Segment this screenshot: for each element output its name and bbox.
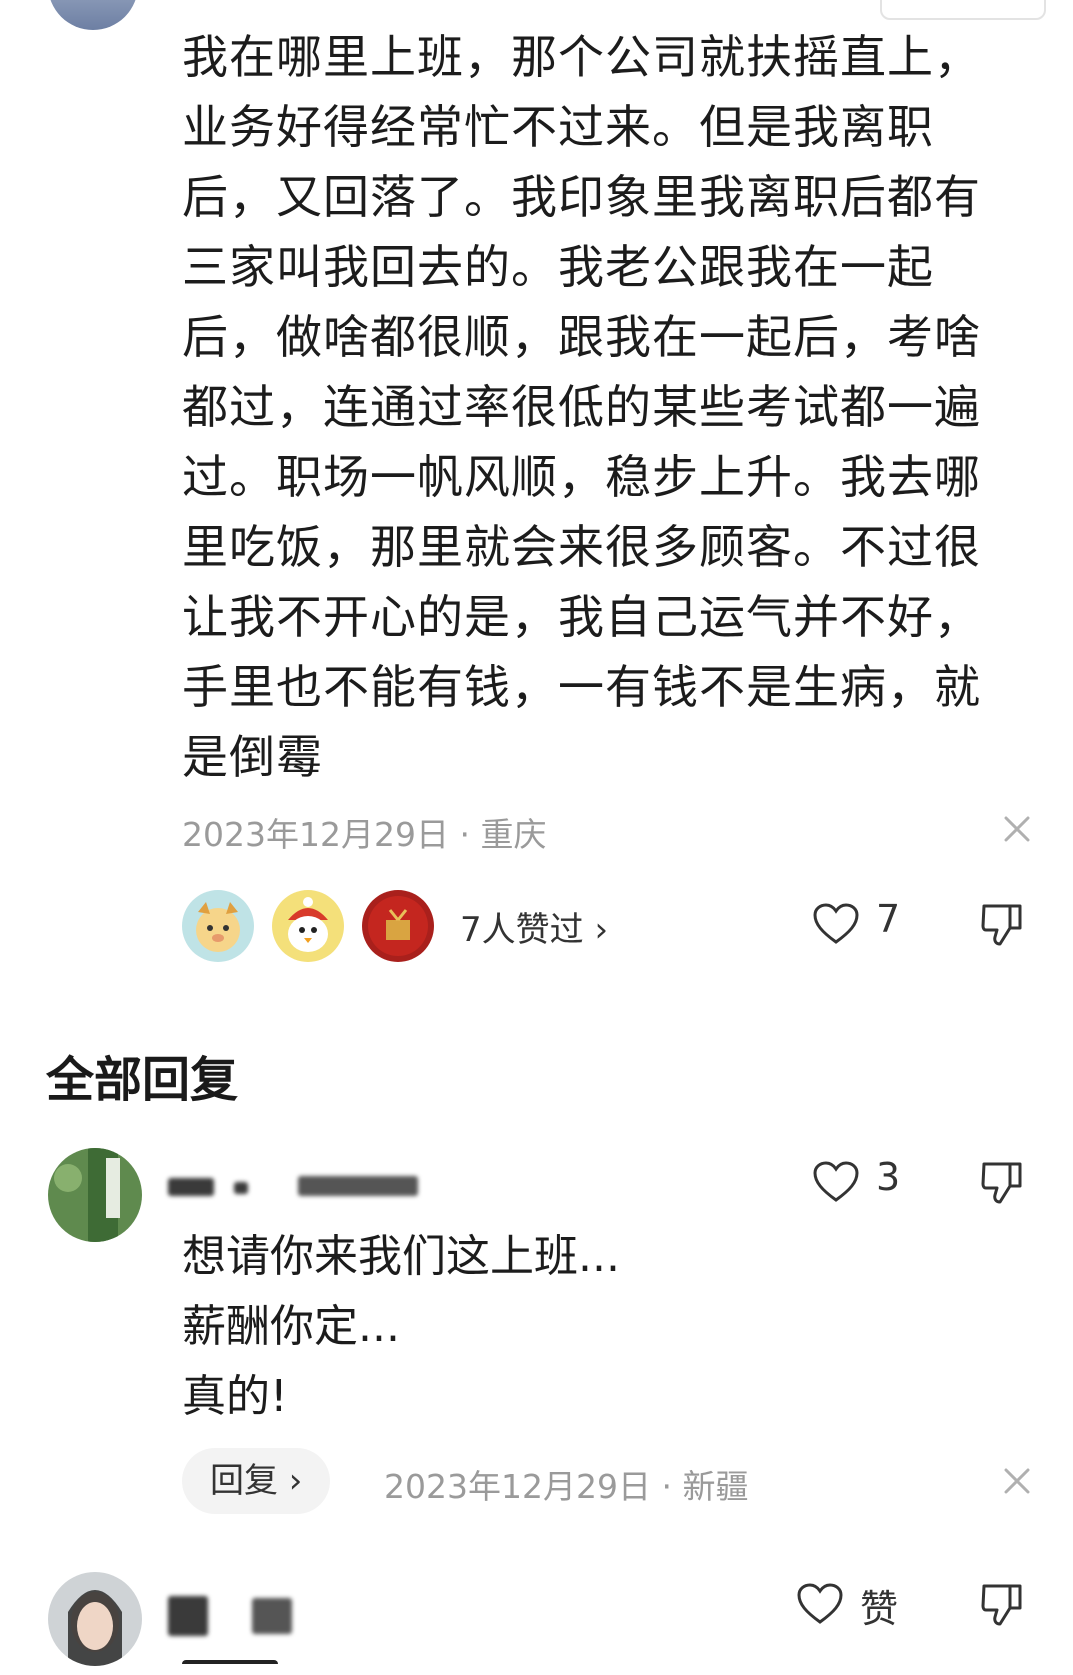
comment-line: 都过，连通过率很低的某些考试都一遍 xyxy=(182,380,981,434)
gift-avatar-icon xyxy=(368,896,428,956)
follow-button-partial[interactable] xyxy=(880,0,1046,20)
reply-line: 薪酬你定... xyxy=(182,1301,400,1352)
reply-location: · 新疆 xyxy=(661,1467,749,1506)
likers-link[interactable]: 7人赞过 › xyxy=(460,902,608,951)
like-count: 7 xyxy=(876,897,901,941)
heart-icon[interactable] xyxy=(796,1582,844,1626)
comment-line: 业务好得经常忙不过来。但是我离职 xyxy=(182,100,934,154)
cartoon-avatar-icon xyxy=(196,902,240,952)
comment-text: 我在哪里上班，那个公司就扶摇直上， 业务好得经常忙不过来。但是我离职 后，又回落… xyxy=(182,22,1012,792)
section-title: 全部回复 xyxy=(46,1052,239,1108)
reply-line: 真的! xyxy=(182,1371,288,1422)
comment-location: · 重庆 xyxy=(459,815,547,854)
heart-icon[interactable] xyxy=(812,902,860,946)
comment-line: 让我不开心的是，我自己运气并不好， xyxy=(182,590,981,644)
reply-line: 想请你来我们这上班... xyxy=(182,1231,620,1282)
comment-meta: 2023年12月29日 · 重庆 xyxy=(182,808,546,856)
dislike-icon[interactable] xyxy=(980,900,1024,950)
avatar[interactable] xyxy=(48,1572,142,1666)
comment-line: 过。职场一帆风顺，稳步上升。我去哪 xyxy=(182,450,981,504)
reply-text: 想请你来我们这上班... 薪酬你定... 真的! xyxy=(182,1222,620,1432)
comment-line: 是倒霉 xyxy=(182,730,323,784)
comment-line: 里吃饭，那里就会来很多顾客。不过很 xyxy=(182,520,981,574)
comment-line: 我在哪里上班，那个公司就扶摇直上， xyxy=(182,30,981,84)
comment-line: 后，又回落了。我印象里我离职后都有 xyxy=(182,170,981,224)
person-avatar-icon xyxy=(48,1572,142,1666)
close-icon[interactable] xyxy=(1000,1464,1034,1498)
username-blurred xyxy=(168,1176,438,1198)
reply-button[interactable]: 回复 › xyxy=(182,1448,331,1514)
cartoon-avatar-icon xyxy=(288,897,328,952)
liker-avatar[interactable] xyxy=(362,890,434,962)
dislike-icon[interactable] xyxy=(980,1580,1024,1630)
dislike-icon[interactable] xyxy=(980,1158,1024,1208)
like-count: 3 xyxy=(876,1155,901,1199)
liker-avatar[interactable] xyxy=(182,890,254,962)
comment-line: 三家叫我回去的。我老公跟我在一起 xyxy=(182,240,934,294)
avatar-partial[interactable] xyxy=(48,0,138,30)
username-blurred xyxy=(168,1596,298,1636)
reply-text-cutoff xyxy=(182,1660,278,1675)
comment-line: 手里也不能有钱，一有钱不是生病，就 xyxy=(182,660,981,714)
comment-line: 后，做啥都很顺，跟我在一起后，考啥 xyxy=(182,310,981,364)
heart-icon[interactable] xyxy=(812,1160,860,1204)
reply-date: 2023年12月29日 xyxy=(384,1467,651,1506)
forest-avatar-icon xyxy=(48,1148,142,1242)
close-icon[interactable] xyxy=(1000,812,1034,846)
comment-date: 2023年12月29日 xyxy=(182,815,449,854)
liker-avatar[interactable] xyxy=(272,890,344,962)
like-label[interactable]: 赞 xyxy=(860,1578,898,1633)
avatar[interactable] xyxy=(48,1148,142,1242)
reply-meta: 2023年12月29日 · 新疆 xyxy=(384,1460,748,1508)
